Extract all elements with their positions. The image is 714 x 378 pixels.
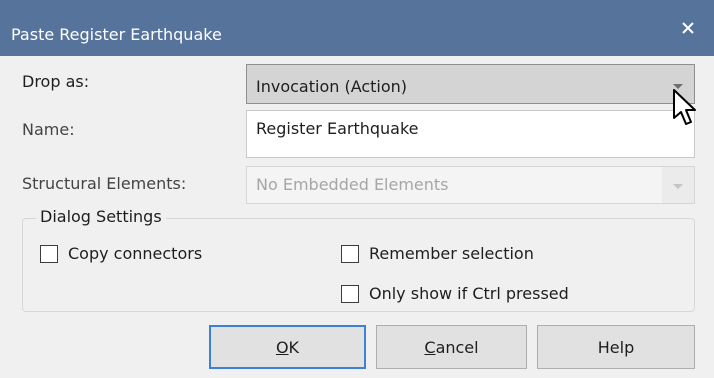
cancel-label-rest: ancel: [435, 337, 479, 357]
help-button[interactable]: Help: [537, 325, 695, 369]
window-title: Paste Register Earthquake: [11, 25, 222, 44]
title-bar[interactable]: Paste Register Earthquake: [0, 0, 714, 56]
dialog-settings-title: Dialog Settings: [36, 206, 166, 228]
structural-elements-select[interactable]: No Embedded Elements: [246, 166, 695, 204]
ok-label-rest: K: [288, 337, 300, 357]
drop-as-label: Drop as:: [22, 72, 90, 91]
close-button[interactable]: [668, 12, 708, 44]
mouse-pointer-icon: [673, 89, 696, 125]
drop-as-select[interactable]: Invocation (Action): [246, 64, 695, 104]
cancel-mnemonic: C: [424, 337, 436, 357]
close-icon: [682, 22, 694, 34]
ok-mnemonic: O: [275, 337, 289, 357]
cancel-button[interactable]: Cancel: [376, 325, 527, 369]
name-field[interactable]: Register Earthquake: [246, 110, 695, 158]
name-value: Register Earthquake: [256, 119, 419, 138]
only-show-ctrl-label[interactable]: Only show if Ctrl pressed: [369, 284, 569, 304]
name-label: Name:: [22, 120, 75, 139]
structural-elements-label: Structural Elements:: [22, 174, 187, 193]
copy-connectors-label[interactable]: Copy connectors: [68, 244, 202, 264]
copy-connectors-checkbox[interactable]: [40, 245, 58, 263]
structural-elements-value: No Embedded Elements: [256, 175, 449, 194]
only-show-ctrl-checkbox[interactable]: [341, 285, 359, 303]
help-label: Help: [597, 337, 635, 357]
remember-selection-label[interactable]: Remember selection: [369, 244, 534, 264]
remember-selection-checkbox[interactable]: [341, 245, 359, 263]
chevron-down-icon: [673, 184, 683, 189]
ok-button[interactable]: OK: [209, 325, 366, 369]
drop-as-value: Invocation (Action): [256, 77, 408, 96]
